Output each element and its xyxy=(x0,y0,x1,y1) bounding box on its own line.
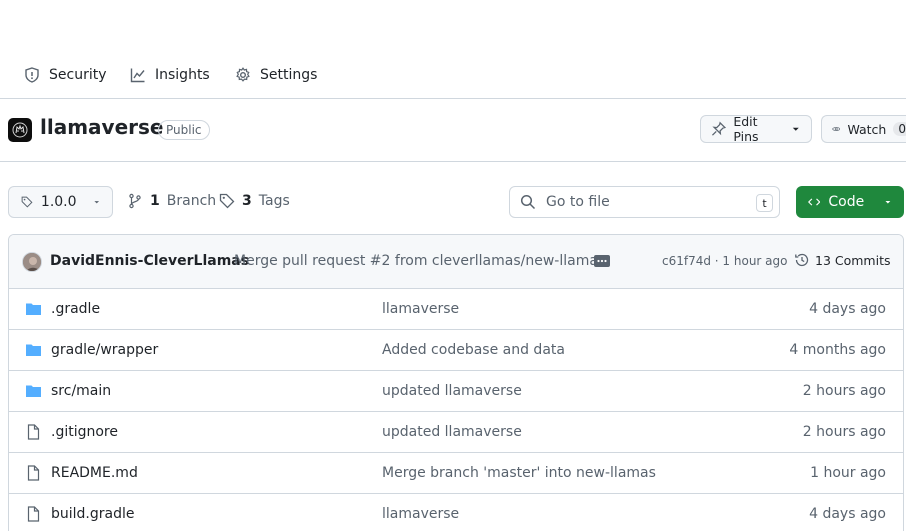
commits-link[interactable]: 13 Commits xyxy=(794,252,891,268)
commit-author[interactable]: DavidEnnis-CleverLlamas xyxy=(50,253,249,269)
repo-avatar xyxy=(8,118,32,142)
file-row[interactable]: src/main updated llamaverse 2 hours ago xyxy=(9,371,903,412)
file-name[interactable]: .gradle xyxy=(51,301,100,317)
file-name[interactable]: src/main xyxy=(51,383,111,399)
file-date: 4 months ago xyxy=(789,342,886,358)
file-date: 1 hour ago xyxy=(810,465,886,481)
visibility-badge: Public xyxy=(158,120,210,140)
gear-icon xyxy=(236,67,250,82)
edit-pins-label: Edit Pins xyxy=(733,114,759,144)
edit-pins-button[interactable]: Edit Pins xyxy=(700,114,812,144)
nav-item-label: Security xyxy=(49,67,107,83)
file-date: 4 days ago xyxy=(809,301,886,317)
ellipsis-dots-icon xyxy=(597,259,607,263)
file-date: 2 hours ago xyxy=(802,424,886,440)
tag-label: Tags xyxy=(258,193,290,209)
branch-selector-label: 1.0.0 xyxy=(40,194,77,210)
nav-item-insights[interactable]: Insights xyxy=(130,64,210,86)
graph-icon xyxy=(130,68,145,83)
branch-label: Branch xyxy=(166,193,217,209)
caret-down-icon xyxy=(885,201,891,204)
file-commit-message[interactable]: llamaverse xyxy=(382,301,459,317)
shield-icon xyxy=(25,67,39,83)
watch-label: Watch xyxy=(847,121,887,137)
go-to-file-input[interactable]: Go to file t xyxy=(509,186,780,218)
folder-icon xyxy=(26,385,41,397)
file-name[interactable]: README.md xyxy=(51,465,138,481)
watch-button[interactable]: Watch 0 xyxy=(821,115,906,143)
history-icon xyxy=(795,253,809,267)
file-row[interactable]: .gitignore updated llamaverse 2 hours ag… xyxy=(9,412,903,453)
file-date: 2 hours ago xyxy=(802,383,886,399)
commits-label: 13 Commits xyxy=(815,252,891,268)
branch-count: 1 xyxy=(150,193,160,209)
repo-header: llamaverse Public Edit Pins Watch 0 xyxy=(0,100,906,162)
search-placeholder: Go to file xyxy=(546,194,610,210)
file-commit-message[interactable]: llamaverse xyxy=(382,506,459,522)
code-button[interactable]: Code xyxy=(796,186,904,218)
file-commit-message[interactable]: Added codebase and data xyxy=(382,342,565,358)
git-branch-icon xyxy=(129,193,141,209)
nav-item-label: Settings xyxy=(260,67,318,83)
file-commit-message[interactable]: updated llamaverse xyxy=(382,424,522,440)
tag-icon xyxy=(219,193,235,209)
caret-down-icon xyxy=(793,127,800,131)
commit-hash-time[interactable]: c61f74d · 1 hour ago xyxy=(662,254,787,268)
file-icon xyxy=(27,506,40,522)
folder-icon xyxy=(26,344,41,356)
avatar-image xyxy=(23,253,41,271)
nav-item-settings[interactable]: Settings xyxy=(235,64,317,86)
folder-icon xyxy=(26,303,41,315)
file-icon xyxy=(27,424,40,440)
eye-icon xyxy=(832,127,841,131)
file-name[interactable]: build.gradle xyxy=(51,506,135,522)
file-row[interactable]: gradle/wrapper Added codebase and data 4… xyxy=(9,330,903,371)
nav-item-security[interactable]: Security xyxy=(24,64,107,86)
repo-name[interactable]: llamaverse xyxy=(40,115,163,139)
tag-icon xyxy=(21,196,33,208)
tags-link[interactable]: 3 Tags xyxy=(219,193,290,209)
tag-count: 3 xyxy=(242,193,252,209)
repo-nav: Security Insights Settings xyxy=(0,0,906,99)
file-name[interactable]: gradle/wrapper xyxy=(51,342,158,358)
code-icon xyxy=(808,198,821,206)
file-row[interactable]: .gradle llamaverse 4 days ago xyxy=(9,289,903,330)
branch-selector[interactable]: 1.0.0 xyxy=(8,186,113,218)
ellipsis-icon[interactable] xyxy=(594,255,610,267)
branches-link[interactable]: 1 Branch xyxy=(127,193,216,209)
watch-count: 0 xyxy=(893,122,906,136)
search-icon xyxy=(520,194,536,210)
file-browser: DavidEnnis-CleverLlamas Merge pull reque… xyxy=(8,234,904,531)
file-name[interactable]: .gitignore xyxy=(51,424,118,440)
latest-commit-bar: DavidEnnis-CleverLlamas Merge pull reque… xyxy=(9,235,903,289)
search-shortcut-key: t xyxy=(756,194,773,212)
pin-icon xyxy=(711,121,727,136)
file-icon xyxy=(27,465,40,481)
file-row[interactable]: README.md Merge branch 'master' into new… xyxy=(9,453,903,494)
llama-logo-icon xyxy=(12,122,28,138)
code-button-label: Code xyxy=(828,194,865,210)
file-commit-message[interactable]: updated llamaverse xyxy=(382,383,522,399)
caret-down-icon xyxy=(93,201,99,204)
nav-item-label: Insights xyxy=(155,67,210,83)
avatar[interactable] xyxy=(22,252,42,272)
commit-message[interactable]: Merge pull request #2 from cleverllamas/… xyxy=(234,253,605,269)
file-date: 4 days ago xyxy=(809,506,886,522)
file-commit-message[interactable]: Merge branch 'master' into new-llamas xyxy=(382,465,656,481)
file-row[interactable]: build.gradle llamaverse 4 days ago xyxy=(9,494,903,531)
